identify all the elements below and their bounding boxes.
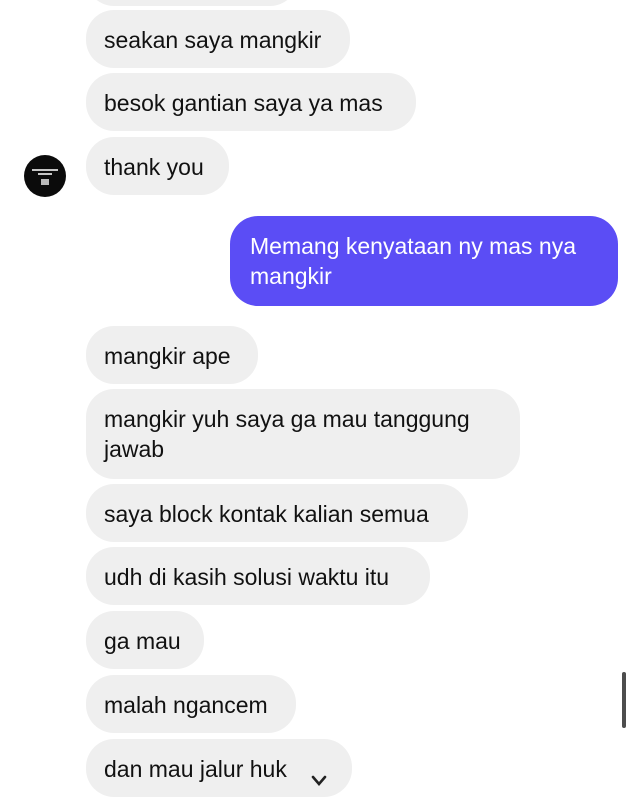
message-outgoing[interactable]: Memang kenyataan ny mas nya mangkir	[230, 216, 618, 306]
chat-thread[interactable]: seakan saya mangkir besok gantian saya y…	[0, 0, 630, 797]
message-text: saya block kontak kalian semua	[104, 501, 429, 527]
message-incoming[interactable]: ga mau	[86, 611, 204, 669]
message-text: dan mau jalur huk	[104, 756, 287, 782]
message-text: seakan saya mangkir	[104, 27, 322, 53]
message-incoming[interactable]: mangkir ape	[86, 326, 258, 384]
message-incoming[interactable]: malah ngancem	[86, 675, 296, 733]
message-incoming[interactable]: seakan saya mangkir	[86, 10, 350, 68]
message-text: thank you	[104, 154, 204, 180]
message-text: mangkir ape	[104, 343, 231, 369]
message-text: besok gantian saya ya mas	[104, 90, 383, 116]
scrollbar[interactable]	[622, 672, 626, 728]
message-incoming[interactable]: udh di kasih solusi waktu itu	[86, 547, 430, 605]
message-incoming[interactable]: mangkir yuh saya ga mau tanggung jawab	[86, 389, 520, 479]
message-incoming[interactable]: besok gantian saya ya mas	[86, 73, 416, 131]
message-incoming[interactable]: thank you	[86, 137, 229, 195]
message-text: malah ngancem	[104, 692, 268, 718]
sender-avatar[interactable]	[24, 155, 66, 197]
message-text: mangkir yuh saya ga mau tanggung jawab	[104, 406, 470, 462]
message-incoming[interactable]: saya block kontak kalian semua	[86, 484, 468, 542]
message-bubble-partial	[86, 0, 298, 6]
message-text: udh di kasih solusi waktu itu	[104, 564, 390, 590]
message-text: Memang kenyataan ny mas nya mangkir	[250, 233, 577, 289]
message-text: ga mau	[104, 628, 181, 654]
